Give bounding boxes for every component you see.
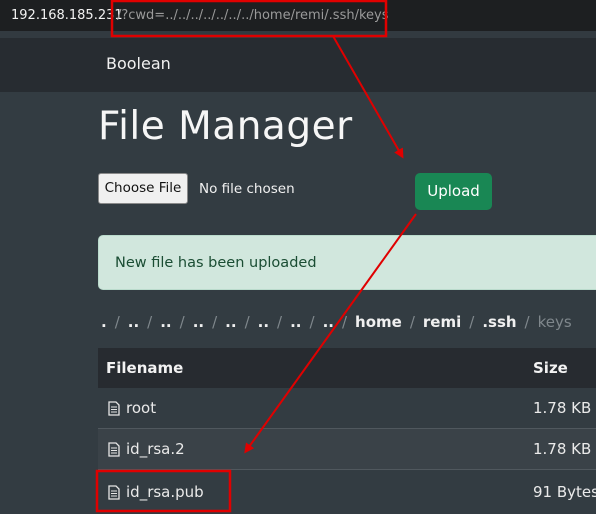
alert-message: New file has been uploaded: [115, 255, 317, 271]
table-row[interactable]: root 1.78 KB: [98, 388, 596, 429]
breadcrumb: . / .. / .. / .. / .. / .. / .. / .. / home / rem…: [101, 312, 572, 332]
success-alert: New file has been uploaded: [98, 235, 596, 290]
breadcrumb-separator: /: [309, 313, 315, 331]
breadcrumb-item[interactable]: ..: [323, 313, 334, 331]
breadcrumb-item-remi[interactable]: remi: [423, 313, 461, 331]
breadcrumb-separator: /: [469, 313, 475, 331]
breadcrumb-item-current: keys: [537, 313, 572, 331]
breadcrumb-item-home[interactable]: home: [355, 313, 402, 331]
breadcrumb-separator: /: [409, 313, 415, 331]
breadcrumb-item[interactable]: ..: [258, 313, 269, 331]
breadcrumb-separator: /: [341, 313, 348, 331]
navbar: Boolean: [0, 38, 596, 92]
breadcrumb-item[interactable]: ..: [128, 313, 139, 331]
file-name-cell[interactable]: id_rsa.2: [108, 440, 185, 458]
breadcrumb-separator: /: [147, 313, 153, 331]
url-path: /?cwd=../../../../../../../home/remi/.ss…: [117, 8, 389, 23]
breadcrumb-item-ssh[interactable]: .ssh: [482, 313, 516, 331]
file-name-cell[interactable]: id_rsa.pub: [108, 483, 204, 501]
column-header-filename: Filename: [106, 359, 184, 377]
file-name[interactable]: root: [126, 399, 156, 417]
navbar-brand[interactable]: Boolean: [106, 54, 171, 73]
breadcrumb-separator: /: [244, 313, 250, 331]
table-row[interactable]: id_rsa.pub 91 Bytes: [98, 470, 596, 514]
no-file-chosen-text: No file chosen: [199, 181, 295, 197]
breadcrumb-item[interactable]: ..: [290, 313, 301, 331]
breadcrumb-item[interactable]: .: [101, 313, 107, 331]
breadcrumb-item[interactable]: ..: [160, 313, 171, 331]
page-title: File Manager: [98, 104, 353, 149]
file-name[interactable]: id_rsa.pub: [126, 483, 204, 501]
breadcrumb-separator: /: [114, 313, 120, 331]
file-text-icon: [108, 400, 120, 416]
browser-address-bar[interactable]: 192.168.185.231 /?cwd=../../../../../../…: [0, 0, 596, 31]
file-table-header: Filename Size: [98, 348, 596, 388]
breadcrumb-separator: /: [179, 313, 185, 331]
file-size: 1.78 KB: [533, 440, 592, 458]
file-text-icon: [108, 441, 120, 457]
upload-button[interactable]: Upload: [415, 173, 492, 210]
breadcrumb-separator: /: [212, 313, 218, 331]
url-host: 192.168.185.231: [11, 8, 123, 23]
file-size: 1.78 KB: [533, 399, 592, 417]
file-name[interactable]: id_rsa.2: [126, 440, 185, 458]
choose-file-button[interactable]: Choose File: [98, 173, 188, 204]
breadcrumb-item[interactable]: ..: [225, 313, 236, 331]
file-name-cell[interactable]: root: [108, 399, 156, 417]
file-text-icon: [108, 484, 120, 500]
table-row[interactable]: id_rsa.2 1.78 KB: [98, 429, 596, 470]
file-size: 91 Bytes: [533, 483, 596, 501]
breadcrumb-separator: /: [524, 313, 530, 331]
breadcrumb-separator: /: [277, 313, 283, 331]
breadcrumb-item[interactable]: ..: [193, 313, 204, 331]
column-header-size: Size: [533, 359, 568, 377]
